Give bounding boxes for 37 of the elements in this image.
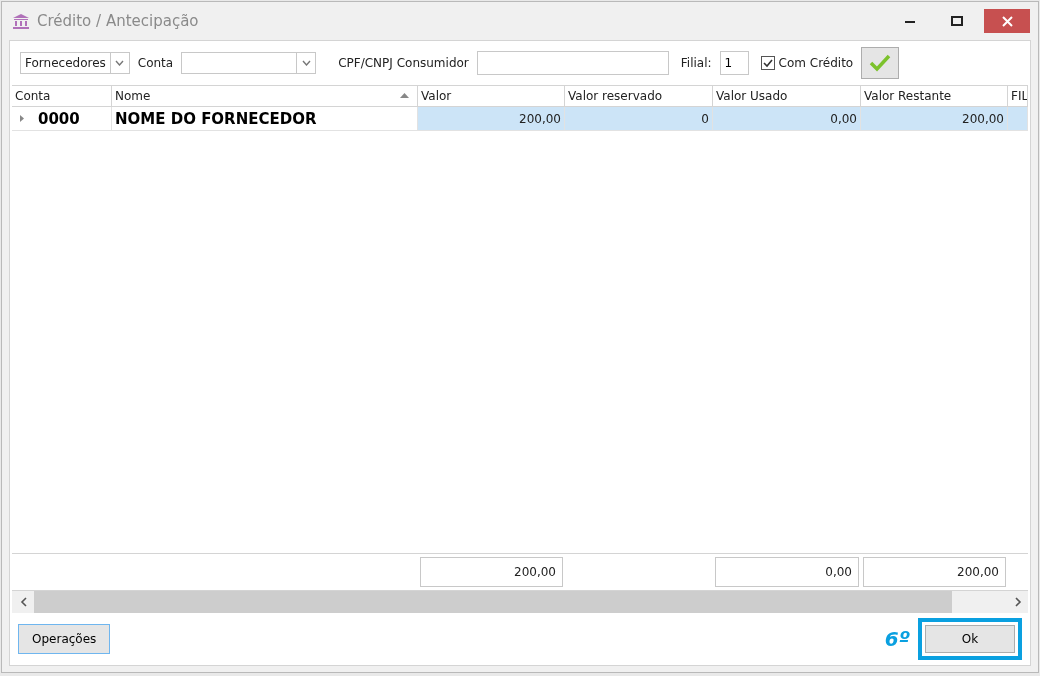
column-header[interactable]: Valor Usado [713,86,861,106]
step-label: 6º [884,627,910,651]
conta-label: Conta [137,56,174,70]
total-field: 200,00 [863,557,1006,587]
com-credito-label: Com Crédito [778,56,854,70]
cpf-label: CPF/CNPJ Consumidor [338,56,469,70]
row-indicator-icon [20,115,24,122]
maximize-icon [951,16,963,26]
total-field: 0,00 [715,557,859,587]
row-cell: 200,00 [861,107,1008,130]
close-button[interactable] [984,9,1030,33]
close-icon [1001,15,1013,27]
window-title: Crédito / Antecipação [37,12,200,30]
horizontal-scrollbar[interactable] [12,590,1028,613]
com-credito-checkbox[interactable] [760,56,775,70]
minimize-icon [905,19,915,23]
conta-dropdown[interactable] [181,52,317,74]
column-header[interactable]: Valor Restante [861,86,1008,106]
filial-label: Filial: [680,56,712,70]
column-header[interactable]: Valor [418,86,565,106]
type-dropdown[interactable]: Fornecedores [20,52,130,74]
row-cell: 200,00 [418,107,565,130]
ok-button[interactable]: Ok [925,625,1015,653]
operacoes-button[interactable]: Operações [18,624,111,654]
column-header[interactable]: Valor reservado [565,86,713,106]
row-cell: 0 [565,107,713,130]
column-header[interactable]: Nome [112,86,418,106]
scroll-left-icon[interactable] [12,591,34,613]
row-cell: 0,00 [713,107,861,130]
filial-input[interactable]: 1 [719,51,749,75]
confirm-button[interactable] [861,47,900,79]
total-field: 200,00 [420,557,563,587]
column-header[interactable]: Conta [12,86,112,106]
checkmark-icon [869,54,892,72]
cpf-input[interactable] [476,51,669,75]
bank-icon [12,13,30,29]
conta-text: 0000 [38,109,80,128]
